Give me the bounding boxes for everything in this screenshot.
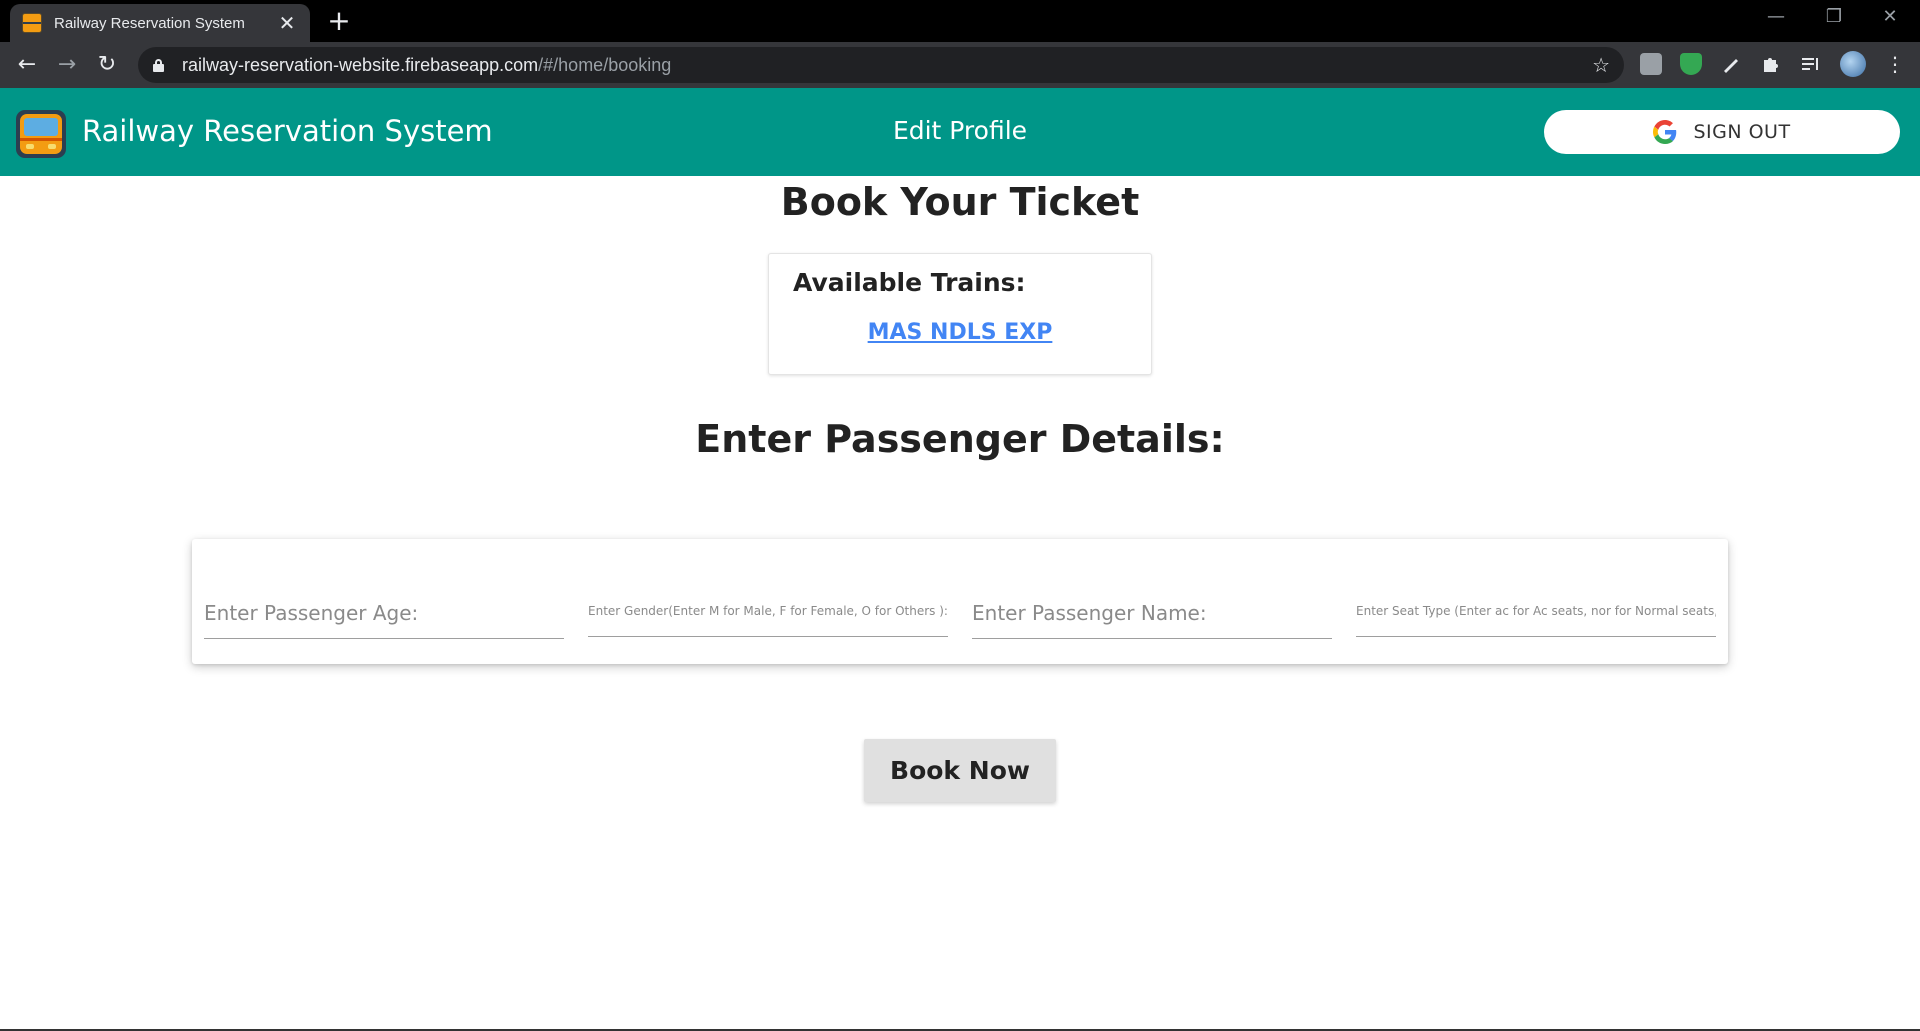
tab-title: Railway Reservation System <box>54 14 245 32</box>
address-bar[interactable]: railway-reservation-website.firebaseapp.… <box>138 47 1624 83</box>
bookmark-star-icon[interactable]: ☆ <box>1592 53 1610 77</box>
page-title: Book Your Ticket <box>780 180 1140 224</box>
available-trains-card: Available Trains: MAS NDLS EXP <box>768 253 1152 375</box>
book-now-button[interactable]: Book Now <box>864 739 1056 802</box>
media-queue-icon[interactable] <box>1800 53 1822 75</box>
google-icon <box>1653 120 1677 144</box>
passenger-gender-input[interactable] <box>588 585 948 637</box>
url-path: /#/home/booking <box>538 54 672 75</box>
browser-tabstrip: Railway Reservation System ✕ + — ❐ ✕ <box>0 0 1920 42</box>
browser-toolbar: ← → ↻ railway-reservation-website.fireba… <box>0 42 1920 88</box>
new-tab-button[interactable]: + <box>324 6 354 36</box>
browser-menu-icon[interactable]: ⋮ <box>1884 53 1906 75</box>
passenger-name-input[interactable] <box>972 587 1332 639</box>
train-favicon-icon <box>22 13 42 33</box>
seat-type-input[interactable] <box>1356 585 1716 637</box>
available-trains-heading: Available Trains: <box>793 268 1026 297</box>
train-link[interactable]: MAS NDLS EXP <box>769 320 1151 345</box>
shield-extension-icon[interactable] <box>1680 53 1702 75</box>
app-title: Railway Reservation System <box>82 114 493 148</box>
close-window-button[interactable]: ✕ <box>1870 6 1910 27</box>
reload-button[interactable]: ↻ <box>92 50 122 80</box>
app-header: Railway Reservation System Edit Profile … <box>0 88 1920 176</box>
back-button[interactable]: ← <box>12 50 42 80</box>
sign-out-label: SIGN OUT <box>1693 121 1791 143</box>
passenger-details-heading: Enter Passenger Details: <box>695 417 1225 461</box>
browser-tab[interactable]: Railway Reservation System ✕ <box>10 4 310 42</box>
minimize-button[interactable]: — <box>1756 6 1796 27</box>
forward-button[interactable]: → <box>52 50 82 80</box>
restore-button[interactable]: ❐ <box>1814 6 1854 27</box>
train-logo-icon <box>16 110 66 158</box>
profile-avatar[interactable] <box>1840 51 1866 77</box>
sign-out-button[interactable]: SIGN OUT <box>1544 110 1900 154</box>
pen-extension-icon[interactable] <box>1720 53 1742 75</box>
extension-icon[interactable] <box>1640 53 1662 75</box>
edit-profile-link[interactable]: Edit Profile <box>893 116 1027 145</box>
passenger-age-input[interactable] <box>204 587 564 639</box>
puzzle-extensions-icon[interactable] <box>1760 53 1782 75</box>
lock-icon <box>152 59 166 72</box>
passenger-form-card <box>192 539 1728 664</box>
close-tab-icon[interactable]: ✕ <box>276 11 298 35</box>
url-text: railway-reservation-website.firebaseapp.… <box>182 55 671 76</box>
url-host: railway-reservation-website.firebaseapp.… <box>182 54 539 75</box>
